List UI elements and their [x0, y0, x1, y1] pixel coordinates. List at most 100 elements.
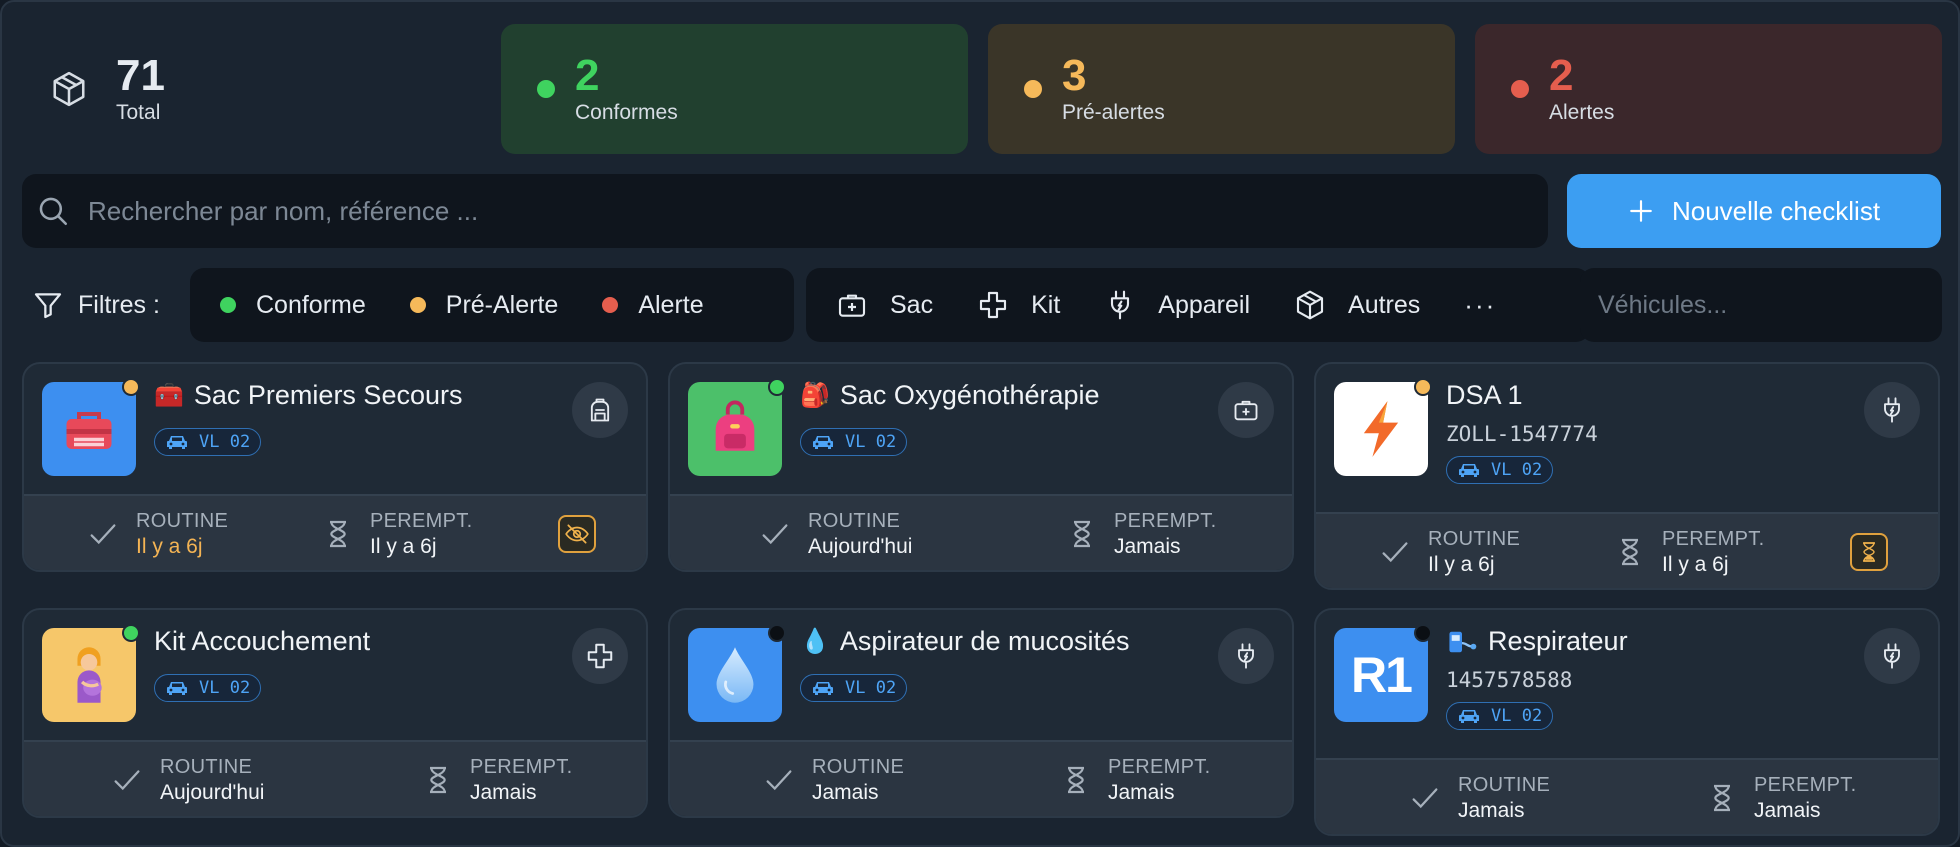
checklist-card-respirateur[interactable]: R1 Respirateur 1457578588 VL 02 ROUTINE J…	[1314, 608, 1940, 836]
checklist-card-sac-premiers-secours[interactable]: 🧰 Sac Premiers Secours VL 02 ROUTINE Il y…	[22, 362, 648, 572]
filter-prealerte[interactable]: Pré-Alerte	[409, 290, 559, 320]
card-type-button[interactable]	[1864, 382, 1920, 438]
check-icon	[762, 524, 788, 545]
hourglass-icon	[1863, 542, 1875, 562]
vehicles-input[interactable]	[1598, 290, 1918, 320]
filter-appareil[interactable]: Appareil	[1104, 289, 1250, 321]
stat-total[interactable]: 71 Total	[22, 24, 481, 154]
filter-autres-label: Autres	[1348, 290, 1421, 319]
expiry-badge[interactable]	[1850, 533, 1888, 571]
plug-icon	[1111, 290, 1130, 320]
checklist-card-dsa-1[interactable]: DSA 1 ZOLL-1547774 VL 02 ROUTINE Il y a 6…	[1314, 362, 1940, 590]
item-thumbnail: R1	[1334, 628, 1428, 722]
routine-label: ROUTINE	[812, 755, 905, 778]
respirator-icon	[1449, 631, 1477, 652]
vehicle-tag[interactable]: VL 02	[800, 428, 908, 456]
status-dot-warn	[122, 378, 140, 396]
checklist-card-kit-accouchement[interactable]: Kit Accouchement VL 02 ROUTINE Aujourd'hu…	[22, 608, 648, 818]
card-title: 🎒 Sac Oxygénothérapie	[800, 380, 1100, 411]
vehicle-tag[interactable]: VL 02	[154, 674, 262, 702]
peremption-value: Jamais	[1114, 534, 1181, 558]
routine-info: ROUTINE Aujourd'hui	[110, 742, 265, 816]
item-thumbnail	[688, 628, 782, 722]
card-footer: ROUTINE Il y a 6j PEREMPT. Il y a 6j	[24, 494, 646, 570]
stat-conformes-label: Conformes	[575, 101, 678, 124]
filter-prealerte-label: Pré-Alerte	[445, 290, 559, 319]
hourglass-icon	[1714, 784, 1730, 812]
card-title: 🧰 Sac Premiers Secours	[154, 380, 462, 411]
stat-prealertes-value: 3	[1062, 51, 1087, 100]
hourglass-icon	[1074, 520, 1090, 548]
peremption-value: Jamais	[1108, 780, 1175, 804]
hidden-badge[interactable]	[558, 515, 596, 553]
peremption-info: PEREMPT. Jamais	[1706, 760, 1856, 834]
routine-label: ROUTINE	[136, 509, 229, 532]
stat-alertes[interactable]: 2 Alertes	[1475, 24, 1942, 154]
plug-icon	[1884, 643, 1900, 669]
card-title: DSA 1	[1446, 380, 1523, 411]
card-title: Kit Accouchement	[154, 626, 370, 657]
vehicles-select[interactable]	[1580, 268, 1942, 342]
routine-label: ROUTINE	[160, 755, 253, 778]
vehicle-tag-label: VL 02	[199, 432, 251, 452]
stat-prealertes[interactable]: 3 Pré-alertes	[988, 24, 1455, 154]
vehicle-tag-label: VL 02	[845, 432, 897, 452]
vehicle-tag-label: VL 02	[1491, 706, 1543, 726]
stat-conformes-value: 2	[575, 51, 600, 100]
vehicle-tag[interactable]: VL 02	[800, 674, 908, 702]
medical-bag-icon	[838, 294, 866, 317]
routine-info: ROUTINE Aujourd'hui	[758, 496, 912, 570]
new-checklist-label: Nouvelle checklist	[1671, 195, 1881, 226]
new-checklist-button[interactable]: Nouvelle checklist	[1567, 174, 1941, 248]
peremption-label: PEREMPT.	[1662, 527, 1765, 550]
plug-icon	[1884, 397, 1900, 423]
routine-info: ROUTINE Il y a 6j	[1378, 514, 1521, 588]
more-filters-button[interactable]: ···	[1464, 290, 1496, 321]
peremption-info: PEREMPT. Il y a 6j	[322, 496, 472, 570]
box-icon	[53, 71, 85, 107]
status-dot-ok	[220, 297, 236, 313]
card-type-button[interactable]	[572, 628, 628, 684]
medical-bag-icon	[1234, 400, 1258, 421]
card-title: Respirateur	[1446, 626, 1628, 657]
checklist-card-sac-oxygenotherapie[interactable]: 🎒 Sac Oxygénothérapie VL 02 ROUTINE Aujou…	[668, 362, 1294, 572]
filter-alerte[interactable]: Alerte	[602, 291, 704, 320]
filter-conforme[interactable]: Conforme	[220, 291, 366, 320]
routine-value: Jamais	[812, 780, 879, 804]
eye-off-icon	[565, 524, 589, 544]
stat-conformes[interactable]: 2 Conformes	[501, 24, 968, 154]
routine-info: ROUTINE Jamais	[762, 742, 905, 816]
toolbox-emoji-icon: 🧰	[154, 382, 184, 409]
checklist-card-aspirateur-de-mucosites[interactable]: 💧 Aspirateur de mucosités VL 02 ROUTINE J…	[668, 608, 1294, 818]
item-thumbnail	[42, 628, 136, 722]
filter-sac-label: Sac	[890, 290, 934, 319]
app-window: 71 Total 2 Conformes 3 Pré-alertes 2 Ale…	[0, 0, 1960, 847]
card-type-button[interactable]	[572, 382, 628, 438]
card-type-button[interactable]	[1864, 628, 1920, 684]
filter-sac[interactable]: Sac	[836, 289, 933, 321]
vehicle-tag[interactable]: VL 02	[154, 428, 262, 456]
vehicle-tag[interactable]: VL 02	[1446, 702, 1554, 730]
card-type-button[interactable]	[1218, 628, 1274, 684]
filter-autres[interactable]: Autres	[1294, 289, 1420, 321]
stat-total-value: 71	[116, 51, 165, 100]
backpack-icon	[715, 400, 755, 451]
routine-label: ROUTINE	[1428, 527, 1521, 550]
hourglass-icon	[330, 520, 346, 548]
backpack-icon	[590, 398, 610, 422]
car-icon	[167, 436, 187, 449]
vehicle-tag[interactable]: VL 02	[1446, 456, 1554, 484]
filter-conforme-label: Conforme	[256, 290, 366, 319]
droplet-icon	[716, 647, 754, 703]
status-dot-unknown	[768, 624, 786, 642]
card-title: 💧 Aspirateur de mucosités	[800, 626, 1130, 657]
hourglass-icon	[1622, 538, 1638, 566]
card-title-text: DSA 1	[1446, 380, 1523, 410]
card-title-text: Sac Oxygénothérapie	[839, 380, 1100, 410]
card-title-text: Respirateur	[1488, 626, 1628, 656]
filter-kit[interactable]: Kit	[977, 289, 1060, 321]
routine-value: Aujourd'hui	[160, 780, 265, 804]
routine-info: ROUTINE Jamais	[1408, 760, 1550, 834]
search-input[interactable]	[88, 195, 1488, 227]
card-type-button[interactable]	[1218, 382, 1274, 438]
